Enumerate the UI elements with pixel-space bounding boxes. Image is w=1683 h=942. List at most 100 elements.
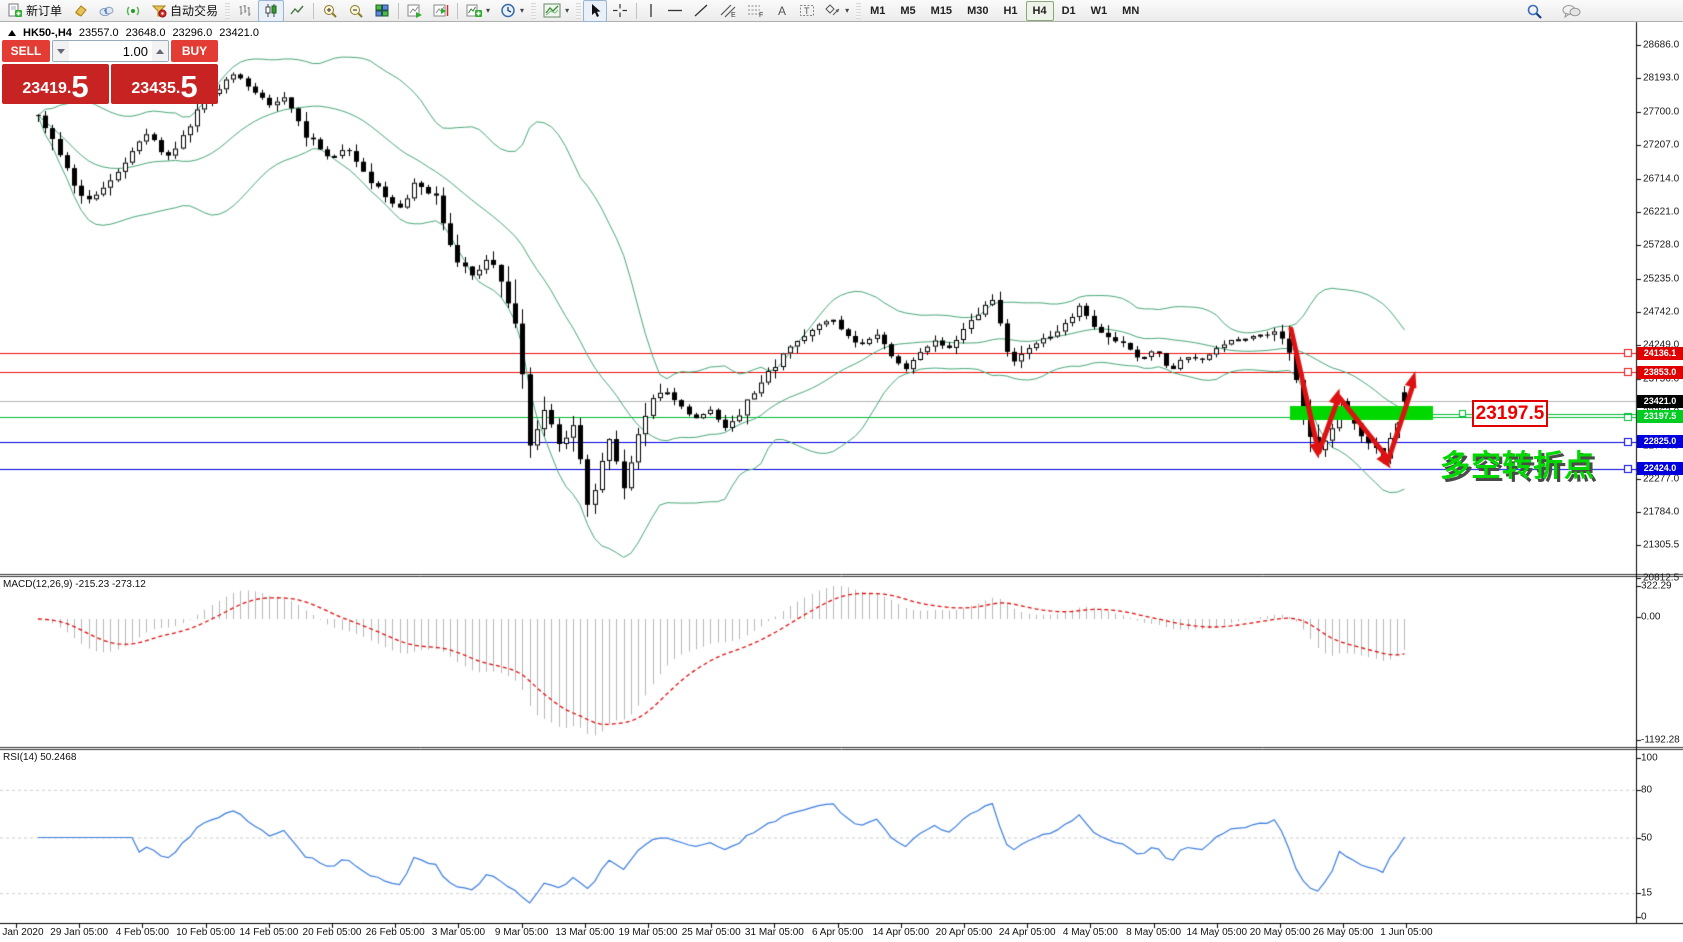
volume-decrease-button[interactable] [53,41,69,61]
timeframe-W1[interactable]: W1 [1084,1,1115,21]
time-tick-label: 1 Jun 05:00 [1380,927,1432,938]
bar-chart-icon [237,3,253,18]
time-tick-label: 24 Apr 05:00 [999,927,1056,938]
timeframe-H1[interactable]: H1 [996,1,1024,21]
chevron-down-icon: ▾ [565,6,569,15]
zoom-out-icon [348,3,364,18]
vline-button[interactable] [640,0,662,22]
annotation-text[interactable]: 多空转折点 [1440,441,1595,485]
symbol-marker-icon [8,30,16,36]
text-label-button[interactable]: T [794,0,820,22]
chart-shift-button[interactable] [428,0,454,22]
volume-increase-button[interactable] [152,41,168,61]
auto-trading-icon [151,3,167,18]
price-tick-label: 27207.0 [1643,140,1679,151]
time-tick-label: 26 May 05:00 [1313,927,1374,938]
price-tick-label: 25235.0 [1643,273,1679,284]
search-icon [1526,3,1543,19]
auto-trading-button[interactable]: 自动交易 [146,0,223,22]
cloud-button[interactable] [93,0,120,22]
trendline-button[interactable] [688,0,714,22]
buy-button[interactable]: BUY [171,40,218,62]
time-tick-label: 20 Feb 05:00 [303,927,362,938]
sell-price[interactable]: 23419.5 [2,64,109,104]
toolbar: 新订单 自动交易 ▾▾ ▾ EFAT▾ M1M5M15M30H1H4D1W1MN [0,0,1683,22]
shapes-button[interactable]: ▾ [820,0,854,22]
new-order-label: 新订单 [26,2,62,19]
timeframe-M5[interactable]: M5 [893,1,922,21]
add-indicator-icon [466,3,482,18]
fibonacci-icon: F [747,3,765,18]
auto-scroll-icon [407,3,423,18]
zoom-out-button[interactable] [343,0,369,22]
line-chart-button[interactable] [284,0,310,22]
volume-input[interactable]: 1.00 [52,40,169,62]
toolbar-separator [856,3,861,19]
rsi-tick-label: 80 [1641,785,1652,796]
timeframe-M15[interactable]: M15 [924,1,959,21]
trendline-icon [693,3,709,18]
time-tick-label: 21 Jan 2020 [0,927,44,938]
time-tick-label: 13 Mar 05:00 [555,927,614,938]
price-tick-label: 28193.0 [1643,73,1679,84]
zoom-in-button[interactable] [317,0,343,22]
text-button[interactable]: A [770,0,794,22]
period-clock-button[interactable]: ▾ [495,0,529,22]
time-tick-label: 14 May 05:00 [1186,927,1247,938]
cursor-button[interactable] [583,0,607,22]
hline-icon [667,3,683,18]
crosshair-button[interactable] [607,0,633,22]
svg-text:A: A [778,4,786,18]
toolbar-separator [636,3,637,19]
chart-canvas[interactable] [0,0,1683,942]
time-tick-label: 4 May 05:00 [1063,927,1118,938]
macd-tick-label: -1192.28 [1641,735,1680,746]
bar-chart-button[interactable] [232,0,258,22]
new-order-icon [7,3,23,18]
chart-shift-icon [433,3,449,18]
buy-price[interactable]: 23435.5 [111,64,218,104]
time-tick-label: 10 Feb 05:00 [176,927,235,938]
line-chart-icon [289,3,305,18]
candlestick-chart-button[interactable] [258,0,284,22]
template-button[interactable]: ▾ [538,0,574,22]
price-level-tag: 22424.0 [1637,462,1683,475]
chat-button[interactable] [1556,0,1586,22]
toolbar-separator [313,3,314,19]
channel-icon: E [719,3,737,18]
macd-tick-label: 322.29 [1641,581,1672,592]
fibonacci-button[interactable]: F [742,0,770,22]
cloud-icon [98,3,115,18]
toolbar-separator [457,3,458,19]
time-tick-label: 6 Apr 05:00 [812,927,863,938]
chevron-down-icon [57,49,65,54]
search-button[interactable] [1521,0,1548,22]
signal-button[interactable] [120,0,146,22]
price-callout-box[interactable]: 23197.5 [1472,400,1548,427]
timeframe-M30[interactable]: M30 [960,1,995,21]
template-icon [543,3,561,18]
toolbar-separator [531,3,536,19]
period-clock-icon [500,3,516,18]
auto-scroll-button[interactable] [402,0,428,22]
timeframe-MN[interactable]: MN [1115,1,1146,21]
add-indicator-button[interactable]: ▾ [461,0,495,22]
sell-button[interactable]: SELL [2,40,50,62]
timeframe-H4[interactable]: H4 [1026,1,1054,21]
price-tick-label: 21784.0 [1643,507,1679,518]
eraser-button[interactable] [67,0,93,22]
candlestick-chart-icon [263,3,279,18]
rsi-tick-label: 0 [1641,912,1647,923]
timeframe-D1[interactable]: D1 [1055,1,1083,21]
new-order-button[interactable]: 新订单 [2,0,67,22]
timeframe-M1[interactable]: M1 [863,1,892,21]
channel-button[interactable]: E [714,0,742,22]
shapes-icon [825,3,841,18]
vline-icon [645,3,657,18]
toolbar-separator [225,3,230,19]
time-tick-label: 3 Mar 05:00 [432,927,485,938]
volume-value[interactable]: 1.00 [69,44,152,59]
hline-button[interactable] [662,0,688,22]
svg-text:E: E [731,12,736,18]
tile-windows-button[interactable] [369,0,395,22]
